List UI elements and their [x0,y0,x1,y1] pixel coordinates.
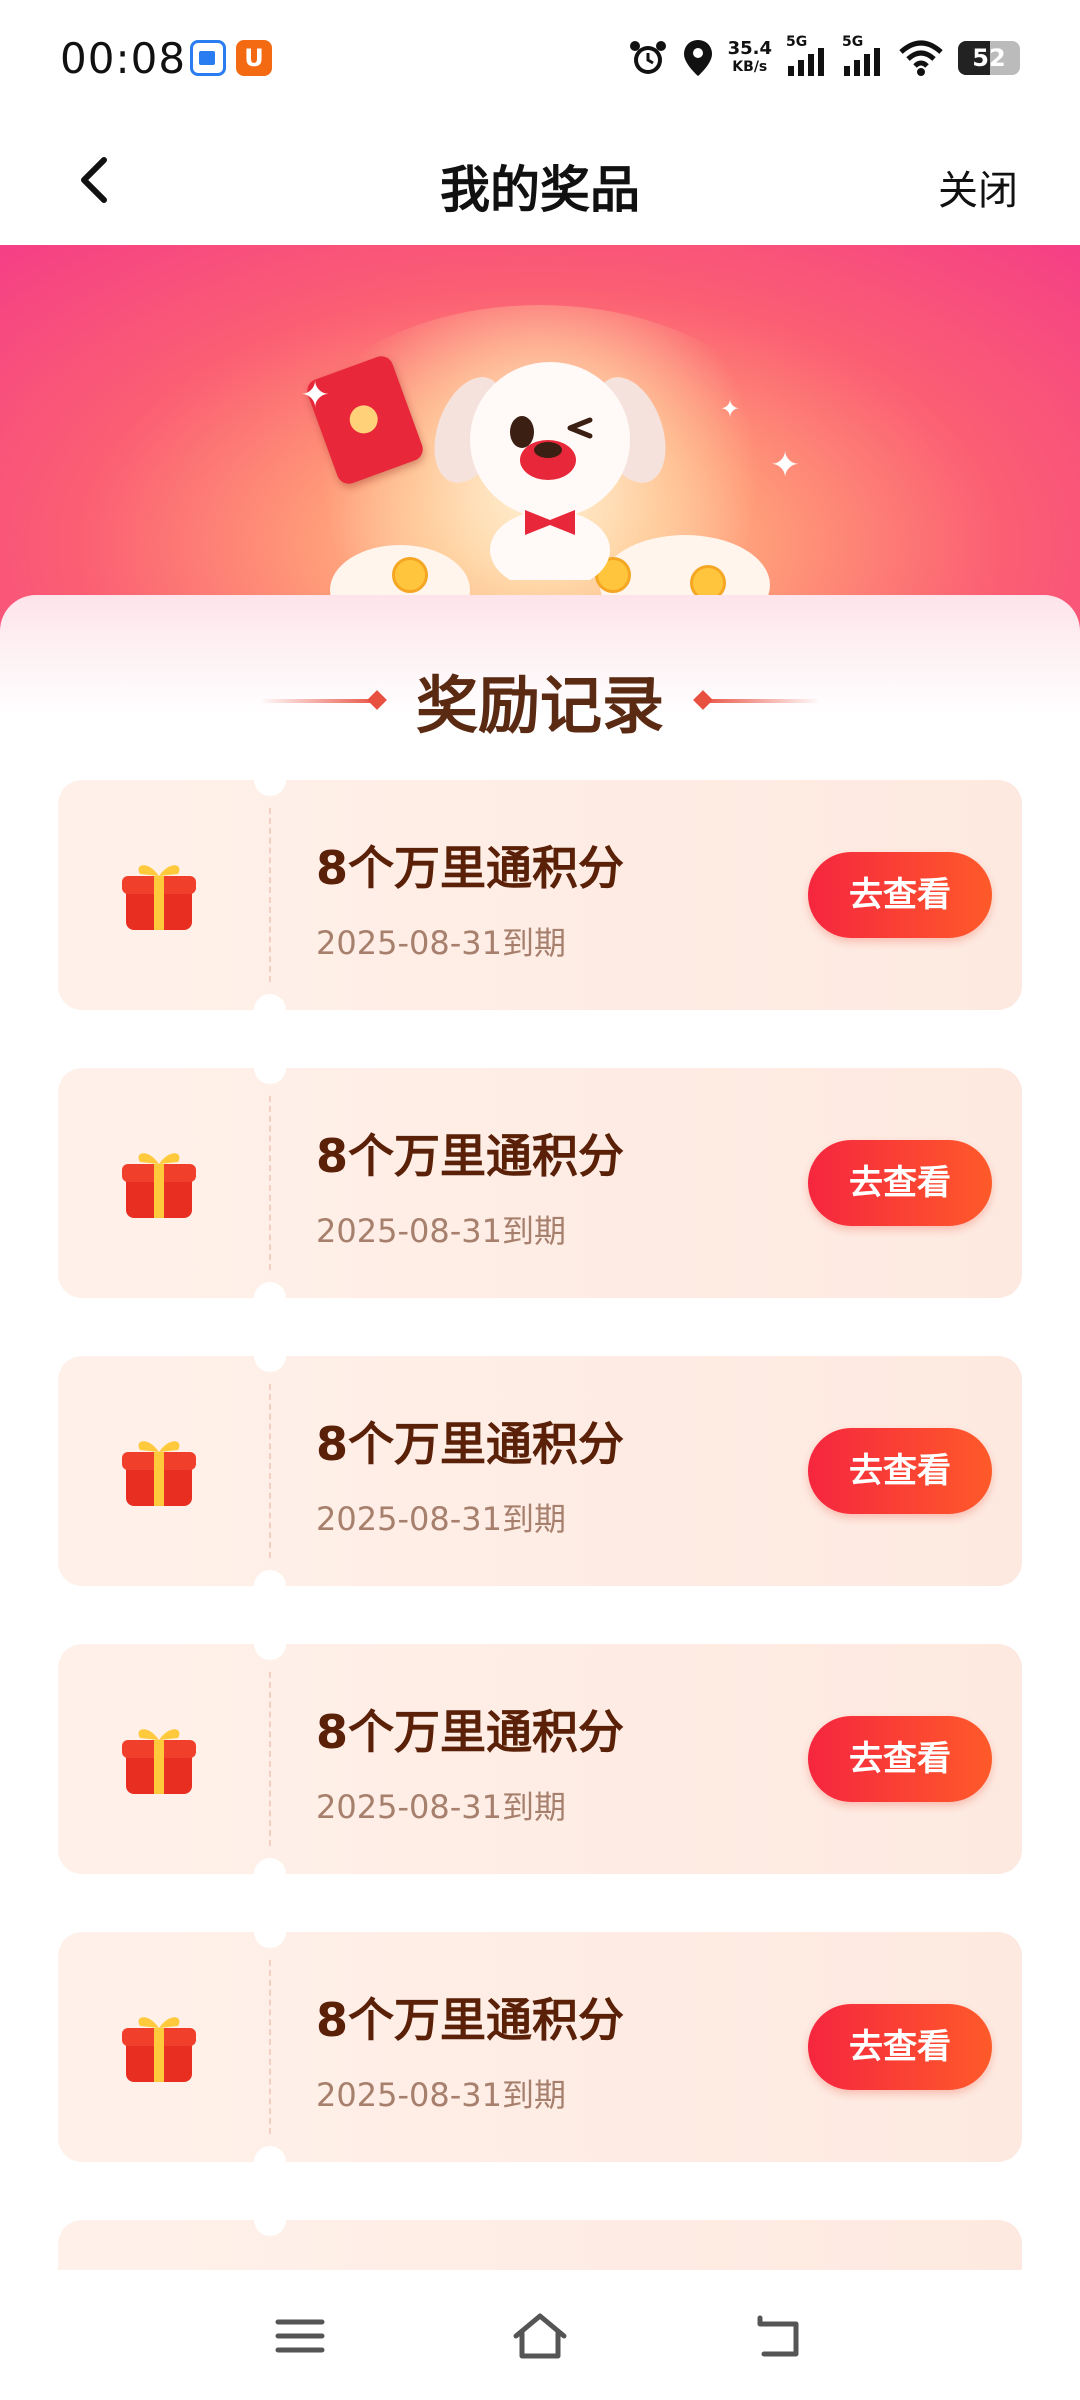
signal-label-2: 5G [842,34,864,50]
sparkle-icon: ✦ [720,395,741,423]
view-reward-button[interactable]: 去查看 [808,2004,992,2090]
reward-expiry-date: 2025-08-31到期 [316,2076,566,2114]
wifi-icon [899,40,943,76]
gift-box-icon [122,1441,196,1506]
app-notification-icon [190,40,226,76]
reward-expiry-date: 2025-08-31到期 [316,1788,566,1826]
reward-record-panel: 奖励记录 8个万里通积分 2025-08-31到期 去查看 8个万里通积分 2025-0… [0,595,1080,2270]
gift-box-icon [122,1153,196,1218]
reward-name: 8个万里通积分 [316,1129,625,1183]
reward-item: 8个万里通积分 2025-08-31到期 去查看 [58,1628,1022,1890]
ticket-notch [254,1628,286,1660]
ticket-notch [254,1340,286,1372]
gift-box-icon [122,865,196,930]
network-speed-value: 35.4 [727,38,772,59]
location-icon [683,40,712,76]
reward-item-partial [58,2204,1022,2270]
reward-item: 8个万里通积分 2025-08-31到期 去查看 [58,764,1022,1026]
ticket-notch [254,1916,286,1948]
ticket-divider [269,1384,271,1558]
shopping-app-notification-icon: U [236,40,272,76]
view-reward-button[interactable]: 去查看 [808,1140,992,1226]
hero-banner: ✦ ✦ ✦ [0,245,1080,645]
alarm-icon [629,41,666,74]
title-decoration-right [700,699,820,703]
ticket-notch [254,1052,286,1084]
system-navigation-bar [0,2270,1080,2400]
reward-name: 8个万里通积分 [316,1993,625,2047]
battery-level: 52 [972,44,1006,72]
signal-label: 5G [786,34,808,50]
ticket-notch [254,2146,286,2178]
reward-item: 8个万里通积分 2025-08-31到期 去查看 [58,1340,1022,1602]
ticket-notch [254,1858,286,1890]
reward-name: 8个万里通积分 [316,1705,625,1759]
home-icon[interactable] [512,2308,568,2364]
dog-mascot-icon [434,362,666,580]
network-speed-unit: KB/s [732,59,768,75]
gift-box-icon [122,1729,196,1794]
signal-strength-icon: 5G [786,34,828,78]
network-speed: 35.4 KB/s [728,40,772,76]
reward-expiry-date: 2025-08-31到期 [316,1212,566,1250]
menu-icon[interactable] [272,2308,328,2364]
sparkle-icon: ✦ [770,445,801,486]
ticket-divider [269,1672,271,1846]
section-title: 奖励记录 [415,669,664,742]
ticket-divider [269,1960,271,2134]
page-title: 我的奖品 [440,161,640,219]
ticket-notch [254,2204,286,2236]
reward-name: 8个万里通积分 [316,841,625,895]
reward-name: 8个万里通积分 [316,1417,625,1471]
back-icon[interactable] [752,2308,808,2364]
status-bar: 00:08 U 35.4 KB/s 5G 5G 52 [0,0,1080,120]
reward-expiry-date: 2025-08-31到期 [316,924,566,962]
ticket-notch [254,994,286,1026]
nav-header: 我的奖品 关闭 [0,120,1080,245]
reward-expiry-date: 2025-08-31到期 [316,1500,566,1538]
ticket-notch [254,764,286,796]
battery-icon: 52 [958,41,1020,75]
status-time: 00:08 [60,34,187,83]
close-button[interactable]: 关闭 [938,158,1018,216]
ticket-notch [254,1570,286,1602]
view-reward-button[interactable]: 去查看 [808,852,992,938]
ticket-divider [269,808,271,982]
reward-list: 8个万里通积分 2025-08-31到期 去查看 8个万里通积分 2025-08-31到… [58,764,1022,2270]
view-reward-button[interactable]: 去查看 [808,1716,992,1802]
ticket-divider [269,1096,271,1270]
gift-box-icon [122,2017,196,2082]
reward-item: 8个万里通积分 2025-08-31到期 去查看 [58,1052,1022,1314]
ticket-notch [254,1282,286,1314]
coin-decoration [392,557,428,593]
sparkle-icon: ✦ [300,375,331,416]
view-reward-button[interactable]: 去查看 [808,1428,992,1514]
signal-strength-icon-2: 5G [842,34,884,78]
reward-item: 8个万里通积分 2025-08-31到期 去查看 [58,1916,1022,2178]
